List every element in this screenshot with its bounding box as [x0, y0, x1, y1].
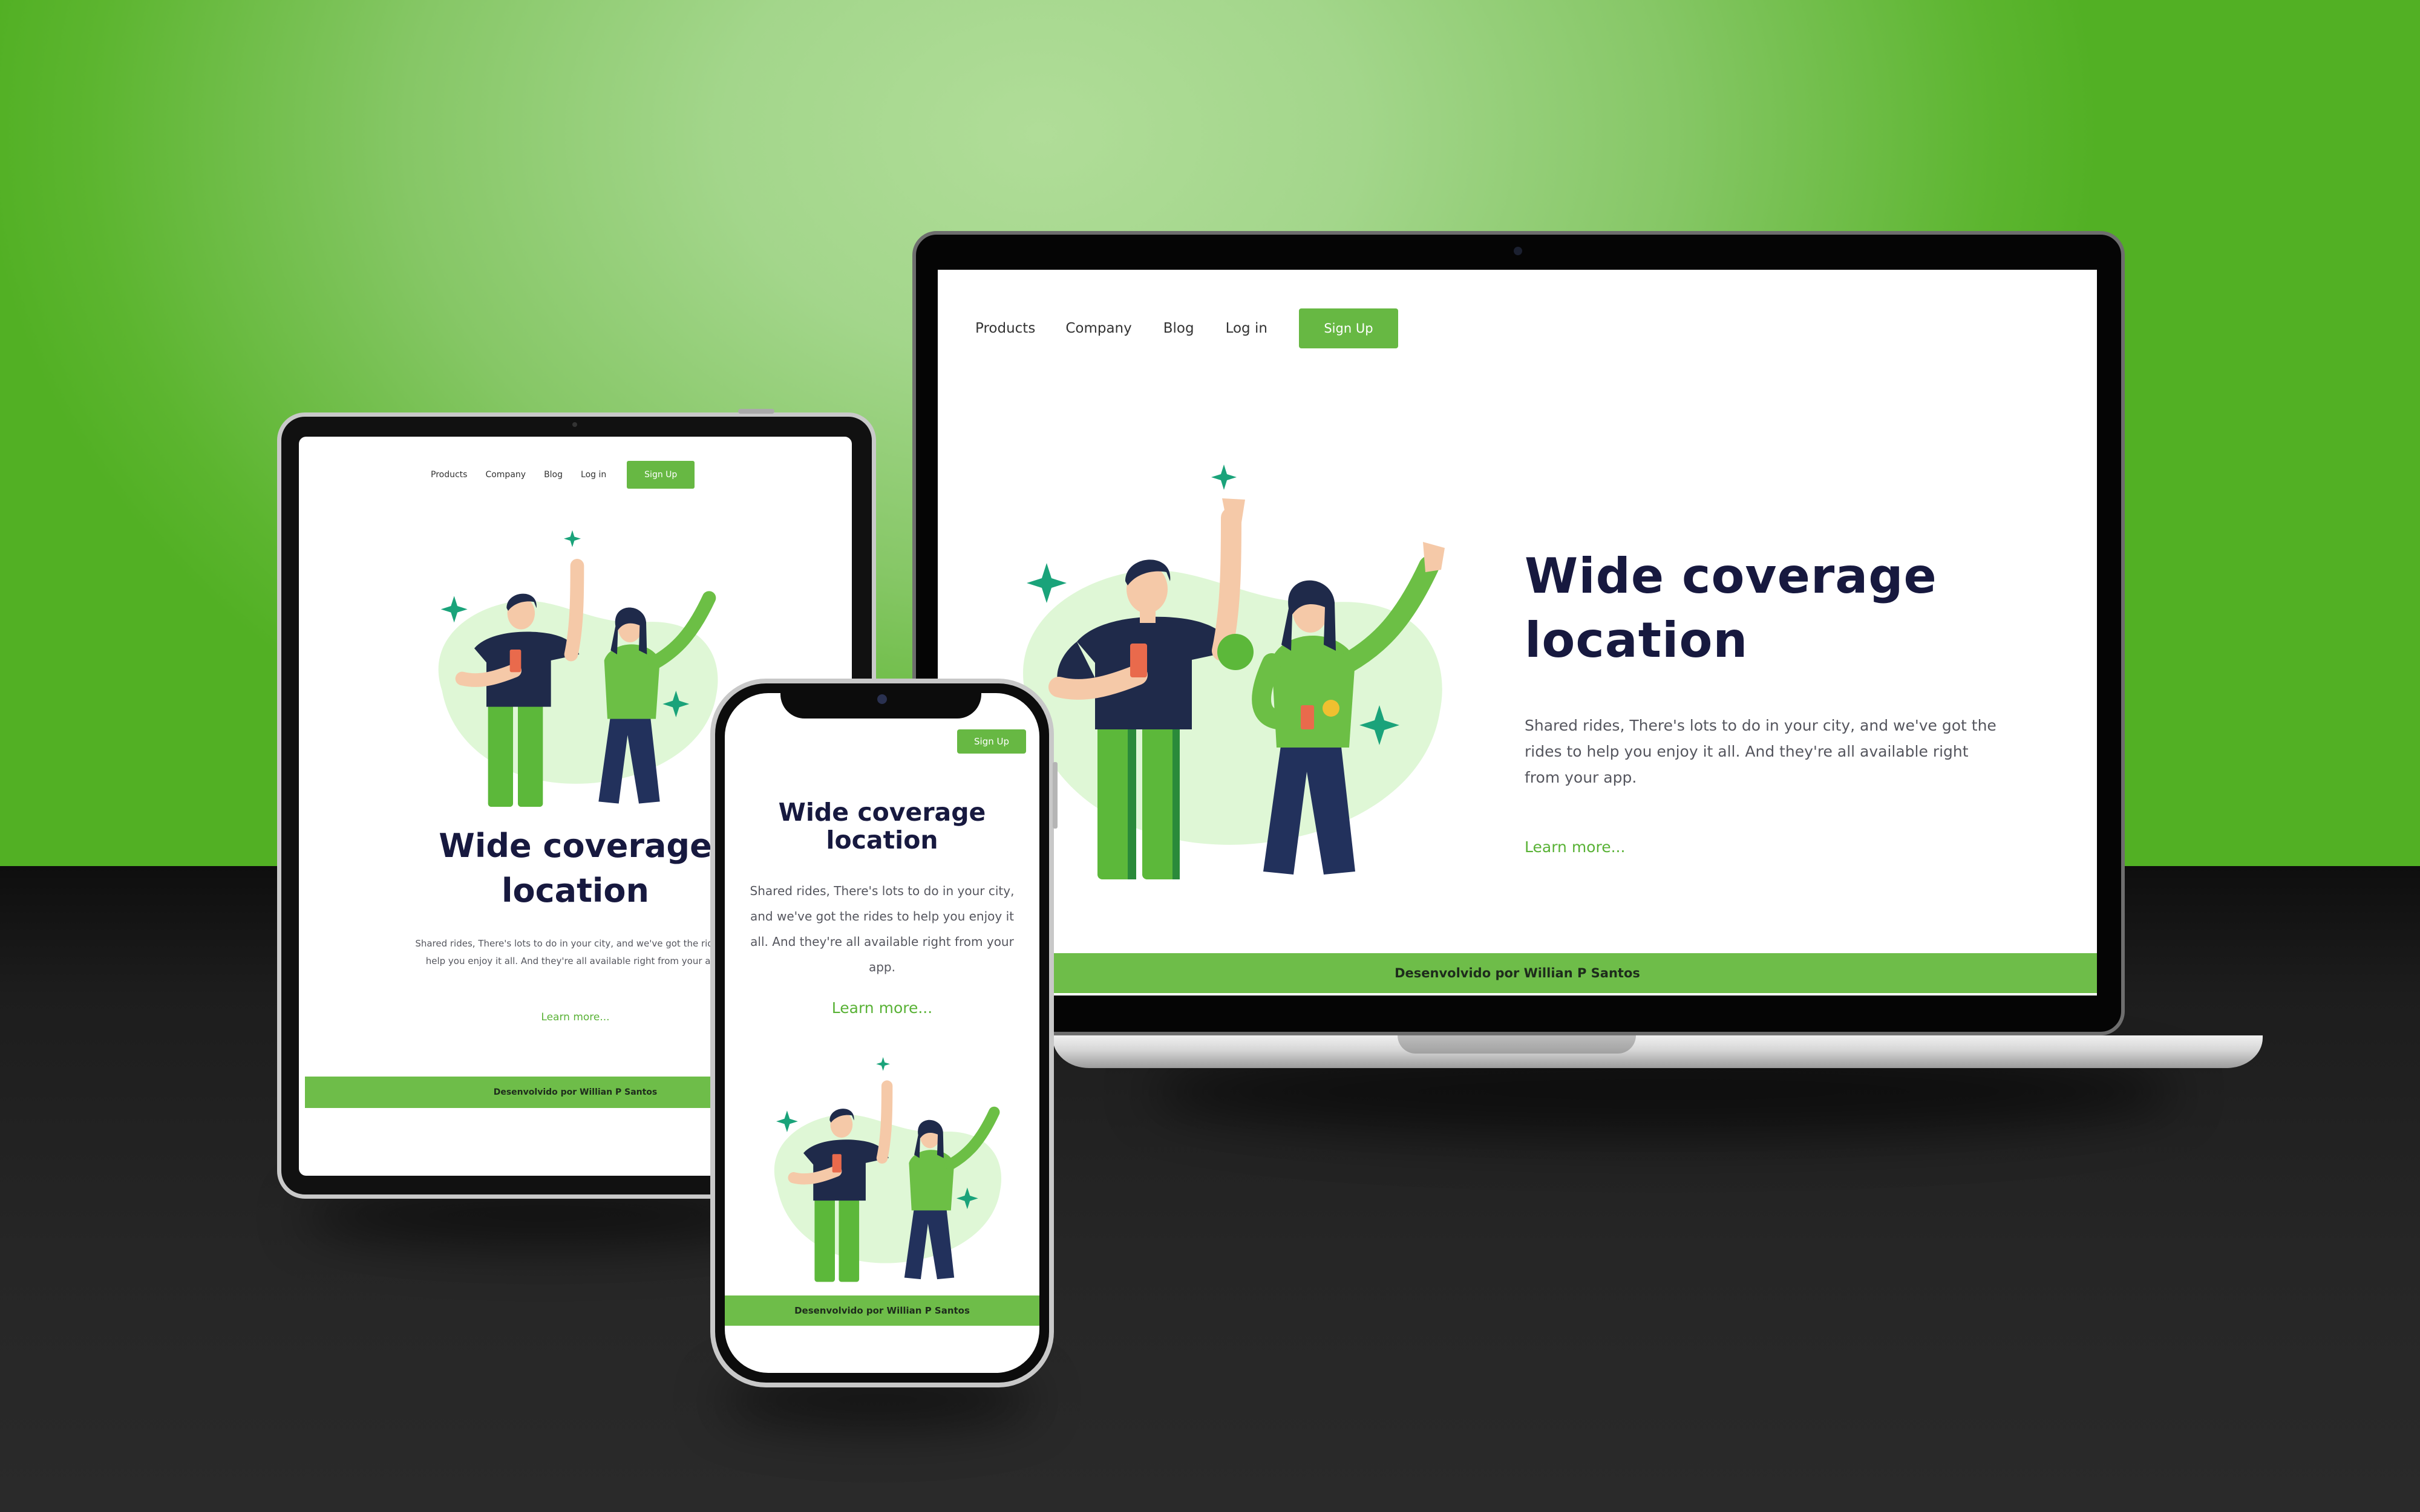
laptop-base — [1053, 1035, 2263, 1068]
laptop-camera — [1514, 247, 1522, 255]
camera-icon — [877, 694, 887, 704]
phone-screen: Sign Up Wide coverage location Shared ri… — [725, 693, 1039, 1373]
hero-illustration — [1020, 464, 1445, 879]
nav-company[interactable]: Company — [485, 470, 526, 480]
nav-blog[interactable]: Blog — [544, 470, 563, 480]
signup-button[interactable]: Sign Up — [957, 729, 1026, 754]
tablet-button — [738, 409, 774, 414]
sparkle-icon — [1027, 563, 1067, 603]
phone-side-button — [1053, 762, 1058, 829]
sparkle-icon — [564, 530, 581, 547]
tablet-nav: Products Company Blog Log in Sign Up — [431, 461, 695, 489]
laptop-nav: Products Company Blog Log in Sign Up — [975, 308, 1398, 348]
learn-more-link[interactable]: Learn more... — [1525, 838, 1625, 856]
hero-description: Shared rides, There's lots to do in your… — [750, 884, 1015, 974]
tablet-camera — [572, 422, 577, 427]
hero-title: Wide coverage location — [725, 798, 1039, 854]
sparkle-icon — [440, 596, 468, 623]
sparkle-icon — [1211, 464, 1237, 490]
hero-description: Shared rides, There's lots to do in your… — [415, 938, 736, 966]
site-footer: Desenvolvido por Willian P Santos — [725, 1295, 1039, 1326]
nav-login[interactable]: Log in — [1226, 321, 1267, 336]
signup-button[interactable]: Sign Up — [1298, 308, 1398, 348]
nav-products[interactable]: Products — [431, 470, 467, 480]
hero-title-line1: Wide coverage — [1525, 548, 1937, 604]
hero-title-line2: location — [826, 826, 938, 855]
nav-blog[interactable]: Blog — [1163, 321, 1194, 336]
laptop-screen: Products Company Blog Log in Sign Up Wid… — [938, 270, 2097, 996]
hero-title: Wide coverage location — [1525, 544, 1937, 673]
sparkle-icon — [776, 1110, 798, 1132]
hero-title-line2: location — [1525, 612, 1748, 668]
laptop-opening-notch — [1398, 1035, 1636, 1054]
nav-company[interactable]: Company — [1065, 321, 1131, 336]
nav-login[interactable]: Log in — [581, 470, 606, 480]
hero-description: Shared rides, There's lots to do in your… — [1525, 717, 1996, 786]
learn-more-link[interactable]: Learn more... — [725, 999, 1039, 1017]
signup-button[interactable]: Sign Up — [627, 461, 695, 489]
hero-illustration — [774, 1057, 1002, 1282]
site-footer: Desenvolvido por Willian P Santos — [938, 953, 2097, 993]
hero-illustration — [438, 530, 718, 807]
hero-title-line1: Wide coverage — [778, 798, 986, 827]
sparkle-icon — [876, 1057, 890, 1071]
nav-products[interactable]: Products — [975, 321, 1035, 336]
